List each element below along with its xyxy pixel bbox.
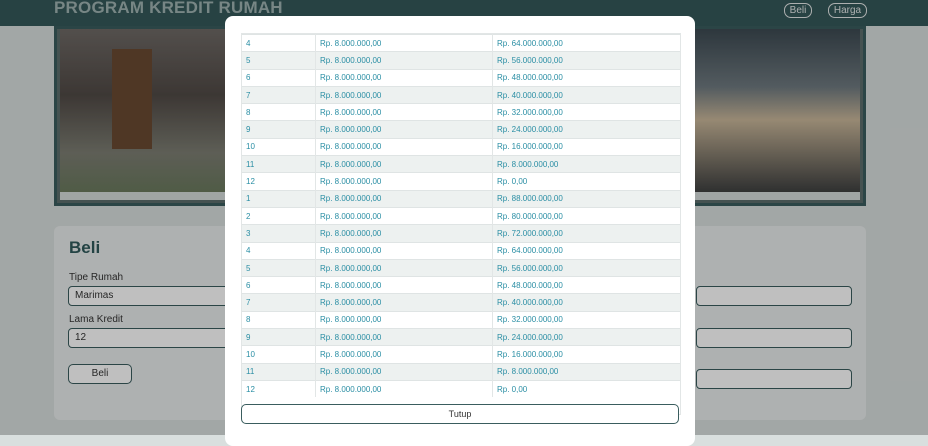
month-cell: 11 (242, 362, 316, 381)
installment-cell: Rp. 8.000.000,00 (315, 68, 493, 87)
remaining-cell: Rp. 24.000.000,00 (492, 120, 680, 139)
installment-table: 4 Rp. 8.000.000,00 Rp. 64.000.000,00 5 Rp. 8… (242, 34, 680, 398)
remaining-cell: Rp. 32.000.000,00 (492, 103, 680, 121)
installment-cell: Rp. 8.000.000,00 (315, 85, 493, 104)
installment-table-container: 4 Rp. 8.000.000,00 Rp. 64.000.000,00 5 Rp. 8… (241, 33, 681, 415)
month-cell: 8 (242, 103, 316, 121)
remaining-cell: Rp. 64.000.000,00 (492, 241, 680, 260)
month-cell: 10 (242, 345, 316, 364)
installment-cell: Rp. 8.000.000,00 (315, 137, 493, 156)
remaining-cell: Rp. 40.000.000,00 (492, 293, 680, 312)
month-cell: 2 (242, 206, 316, 225)
installment-cell: Rp. 8.000.000,00 (315, 51, 493, 70)
month-cell: 6 (242, 276, 316, 294)
installment-cell: Rp. 8.000.000,00 (315, 276, 493, 294)
remaining-cell: Rp. 40.000.000,00 (492, 85, 680, 104)
month-cell: 11 (242, 155, 316, 173)
month-cell: 8 (242, 310, 316, 329)
month-cell: 7 (242, 293, 316, 312)
table-row: 10 Rp. 8.000.000,00 Rp. 16.000.000,00 (242, 137, 680, 156)
month-cell: 4 (242, 241, 316, 260)
month-cell: 7 (242, 85, 316, 104)
table-row: 11 Rp. 8.000.000,00 Rp. 8.000.000,00 (242, 155, 680, 173)
table-row: 1 Rp. 8.000.000,00 Rp. 88.000.000,00 (242, 189, 680, 208)
installment-cell: Rp. 8.000.000,00 (315, 258, 493, 277)
tutup-button[interactable]: Tutup (241, 404, 679, 424)
remaining-cell: Rp. 24.000.000,00 (492, 328, 680, 346)
installment-cell: Rp. 8.000.000,00 (315, 293, 493, 312)
table-row: 2 Rp. 8.000.000,00 Rp. 80.000.000,00 (242, 206, 680, 225)
table-row: 5 Rp. 8.000.000,00 Rp. 56.000.000,00 (242, 51, 680, 70)
table-row: 12 Rp. 8.000.000,00 Rp. 0,00 (242, 379, 680, 398)
month-cell: 9 (242, 120, 316, 139)
month-cell: 5 (242, 258, 316, 277)
table-row: 7 Rp. 8.000.000,00 Rp. 40.000.000,00 (242, 85, 680, 104)
remaining-cell: Rp. 8.000.000,00 (492, 362, 680, 381)
table-row: 11 Rp. 8.000.000,00 Rp. 8.000.000,00 (242, 362, 680, 381)
remaining-cell: Rp. 56.000.000,00 (492, 258, 680, 277)
month-cell: 10 (242, 137, 316, 156)
installment-cell: Rp. 8.000.000,00 (315, 189, 493, 208)
remaining-cell: Rp. 72.000.000,00 (492, 224, 680, 243)
remaining-cell: Rp. 8.000.000,00 (492, 155, 680, 173)
table-row: 9 Rp. 8.000.000,00 Rp. 24.000.000,00 (242, 120, 680, 139)
installment-cell: Rp. 8.000.000,00 (315, 345, 493, 364)
installment-cell: Rp. 8.000.000,00 (315, 206, 493, 225)
installment-cell: Rp. 8.000.000,00 (315, 379, 493, 398)
table-row: 8 Rp. 8.000.000,00 Rp. 32.000.000,00 (242, 310, 680, 329)
month-cell: 5 (242, 51, 316, 70)
installment-cell: Rp. 8.000.000,00 (315, 224, 493, 243)
installment-cell: Rp. 8.000.000,00 (315, 310, 493, 329)
remaining-cell: Rp. 48.000.000,00 (492, 68, 680, 87)
table-row: 12 Rp. 8.000.000,00 Rp. 0,00 (242, 172, 680, 191)
month-cell: 6 (242, 68, 316, 87)
installment-cell: Rp. 8.000.000,00 (315, 241, 493, 260)
table-row: 10 Rp. 8.000.000,00 Rp. 16.000.000,00 (242, 345, 680, 364)
remaining-cell: Rp. 16.000.000,00 (492, 137, 680, 156)
installment-cell: Rp. 8.000.000,00 (315, 120, 493, 139)
month-cell: 12 (242, 379, 316, 398)
table-row: 4 Rp. 8.000.000,00 Rp. 64.000.000,00 (242, 241, 680, 260)
table-row: 8 Rp. 8.000.000,00 Rp. 32.000.000,00 (242, 103, 680, 121)
remaining-cell: Rp. 88.000.000,00 (492, 189, 680, 208)
month-cell: 9 (242, 328, 316, 346)
remaining-cell: Rp. 56.000.000,00 (492, 51, 680, 70)
installment-cell: Rp. 8.000.000,00 (315, 362, 493, 381)
table-row: 5 Rp. 8.000.000,00 Rp. 56.000.000,00 (242, 258, 680, 277)
installment-cell: Rp. 8.000.000,00 (315, 328, 493, 346)
remaining-cell: Rp. 16.000.000,00 (492, 345, 680, 364)
remaining-cell: Rp. 80.000.000,00 (492, 206, 680, 225)
table-row: 7 Rp. 8.000.000,00 Rp. 40.000.000,00 (242, 293, 680, 312)
table-row: 6 Rp. 8.000.000,00 Rp. 48.000.000,00 (242, 68, 680, 87)
remaining-cell: Rp. 64.000.000,00 (492, 34, 680, 52)
month-cell: 4 (242, 34, 316, 52)
installment-cell: Rp. 8.000.000,00 (315, 34, 493, 52)
remaining-cell: Rp. 0,00 (492, 379, 680, 398)
remaining-cell: Rp. 32.000.000,00 (492, 310, 680, 329)
remaining-cell: Rp. 0,00 (492, 172, 680, 191)
installment-cell: Rp. 8.000.000,00 (315, 103, 493, 121)
table-row: 4 Rp. 8.000.000,00 Rp. 64.000.000,00 (242, 34, 680, 52)
installment-modal: 4 Rp. 8.000.000,00 Rp. 64.000.000,00 5 Rp. 8… (225, 16, 695, 446)
table-row: 3 Rp. 8.000.000,00 Rp. 72.000.000,00 (242, 224, 680, 243)
month-cell: 12 (242, 172, 316, 191)
table-row: 6 Rp. 8.000.000,00 Rp. 48.000.000,00 (242, 276, 680, 294)
table-row: 9 Rp. 8.000.000,00 Rp. 24.000.000,00 (242, 328, 680, 346)
installment-cell: Rp. 8.000.000,00 (315, 172, 493, 191)
month-cell: 1 (242, 189, 316, 208)
remaining-cell: Rp. 48.000.000,00 (492, 276, 680, 294)
month-cell: 3 (242, 224, 316, 243)
installment-cell: Rp. 8.000.000,00 (315, 155, 493, 173)
